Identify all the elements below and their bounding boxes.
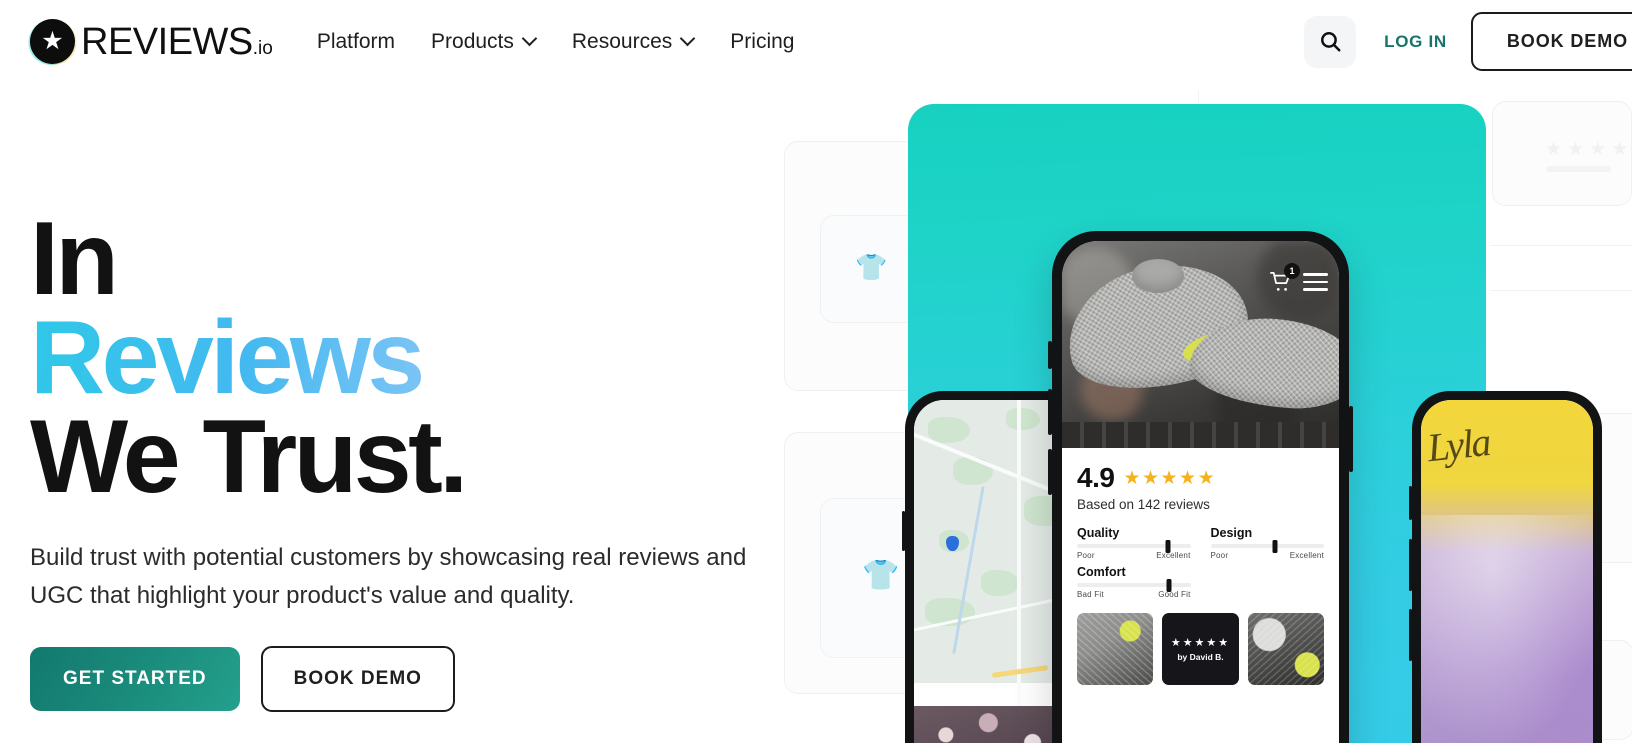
slider-label-low: Bad Fit <box>1077 590 1104 599</box>
ghost-divider <box>1490 245 1632 246</box>
get-started-button[interactable]: GET STARTED <box>30 647 240 712</box>
logo-badge: ★ <box>30 19 75 64</box>
attribute-slider <box>1210 539 1324 553</box>
cart-badge: 1 <box>1284 263 1300 279</box>
nav-item-platform[interactable]: Platform <box>299 30 413 54</box>
page-title: In Reviews We Trust. <box>30 207 820 509</box>
logo[interactable]: ★ REVIEWS.io <box>30 18 273 66</box>
book-demo-button-nav[interactable]: BOOK DEMO <box>1470 12 1632 71</box>
slider-label-high: Good Fit <box>1158 590 1191 599</box>
product-hero-image: 1 <box>1062 241 1339 448</box>
phone-topbar: 1 <box>1269 263 1328 293</box>
phone-mockup-right: Lyla <box>1409 391 1602 743</box>
hero-subheading: Build trust with potential customers by … <box>30 544 747 610</box>
slider-label-high: Excellent <box>1289 551 1324 560</box>
nav-item-label: Platform <box>316 29 396 53</box>
attribute-label: Comfort <box>1077 565 1126 579</box>
top-navigation-bar: ★ REVIEWS.io Platform Products Resources… <box>0 0 1632 83</box>
rating-stars: ★★★★★ <box>1123 467 1217 489</box>
t-shirt-icon: 👕 <box>862 559 900 592</box>
phone-mockup-main: 1 4.9 ★★★★★ Based on 142 reviews Quality <box>1048 231 1353 743</box>
attribute-label: Design <box>1210 526 1253 540</box>
attribute-design: Design Poor Excellent <box>1210 526 1324 560</box>
logo-suffix: .io <box>252 37 273 59</box>
review-card-thumbnail[interactable]: ★★★★★ by David B. <box>1162 613 1239 685</box>
reviews-summary: Based on 142 reviews <box>1077 497 1210 512</box>
hamburger-menu-icon[interactable] <box>1303 273 1328 291</box>
search-icon <box>1320 32 1341 52</box>
review-thumbnails: ★★★★★ by David B. <box>1077 613 1324 685</box>
shopping-cart-icon[interactable]: 1 <box>1269 263 1300 293</box>
script-text: Lyla <box>1425 419 1492 471</box>
phone-right-screen: Lyla <box>1421 400 1593 743</box>
search-button[interactable] <box>1304 15 1357 68</box>
attribute-comfort: Comfort Bad Fit Good Fit <box>1077 565 1191 599</box>
product-photo: Lyla <box>1421 400 1593 743</box>
nav-item-label: Products <box>431 29 514 53</box>
slider-label-low: Poor <box>1077 551 1095 560</box>
nav-item-label: Resources <box>571 29 673 53</box>
review-photo-thumbnail[interactable] <box>1077 613 1154 685</box>
hero-content: In Reviews We Trust. Build trust with po… <box>30 207 820 713</box>
review-card-stars: ★★★★★ <box>1170 637 1231 649</box>
headline-line-3: We Trust. <box>30 398 468 515</box>
hero-cta-row: GET STARTED BOOK DEMO <box>30 646 820 713</box>
attribute-quality: Quality Poor Excellent <box>1077 526 1191 560</box>
attribute-ratings: Quality Poor Excellent Design Poor Excel… <box>1077 526 1324 599</box>
nav-item-resources[interactable]: Resources <box>554 30 712 54</box>
landing-page: 👕 👕 ★★★★★ 👕 ★★★★★ <box>0 0 1632 743</box>
nav-item-pricing[interactable]: Pricing <box>712 30 812 54</box>
rating-row: 4.9 ★★★★★ <box>1077 462 1324 494</box>
chevron-down-icon <box>523 33 536 46</box>
login-link[interactable]: LOG IN <box>1384 32 1447 52</box>
review-card-author: by David B. <box>1177 652 1224 662</box>
t-shirt-icon: 👕 <box>855 252 888 282</box>
ghost-stars: ★★★★★ <box>1545 139 1632 160</box>
star-icon: ★ <box>41 26 64 55</box>
chevron-down-icon <box>681 33 694 46</box>
attribute-slider <box>1077 578 1191 592</box>
attribute-label: Quality <box>1077 526 1120 540</box>
logo-text: REVIEWS.io <box>81 20 273 63</box>
nav-item-label: Pricing <box>730 29 795 53</box>
slider-label-low: Poor <box>1210 551 1229 560</box>
phone-main-screen: 1 4.9 ★★★★★ Based on 142 reviews Quality <box>1062 241 1339 743</box>
map-pin-icon <box>945 535 959 551</box>
ghost-divider <box>1490 290 1632 291</box>
nav-links: Platform Products Resources Pricing <box>299 0 813 83</box>
review-photo-thumbnail[interactable] <box>1247 613 1324 685</box>
attribute-slider <box>1077 539 1191 553</box>
slider-label-high: Excellent <box>1156 551 1191 560</box>
ghost-text-bar <box>1546 166 1611 172</box>
product-review-panel: 4.9 ★★★★★ Based on 142 reviews Quality P… <box>1062 448 1339 685</box>
ghost-card <box>1492 101 1632 206</box>
rating-value: 4.9 <box>1077 462 1115 493</box>
book-demo-button-hero[interactable]: BOOK DEMO <box>260 646 455 713</box>
nav-item-products[interactable]: Products <box>413 30 554 54</box>
nav-actions: LOG IN BOOK DEMO <box>1304 12 1632 71</box>
